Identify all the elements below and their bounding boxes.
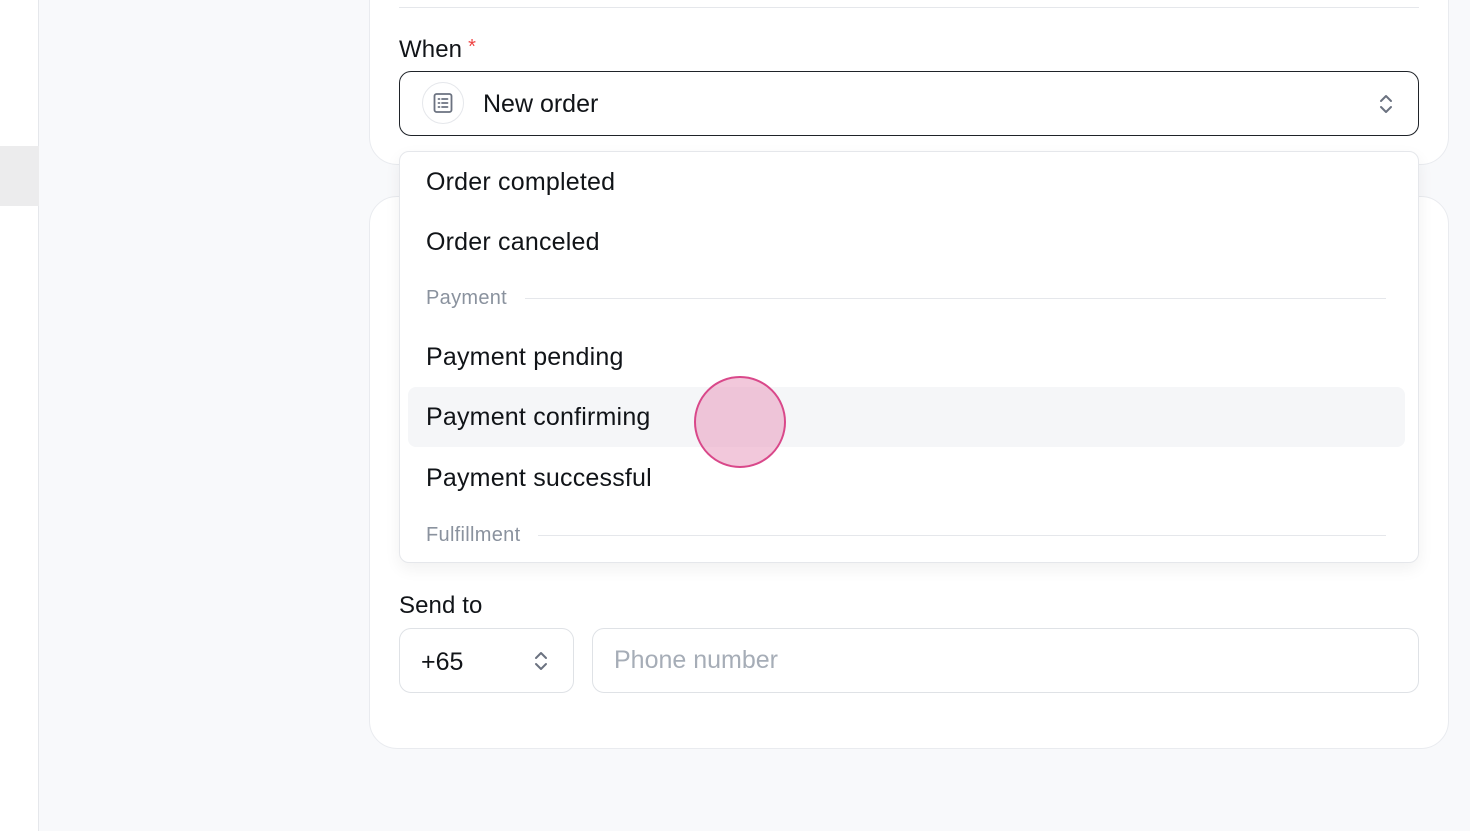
group-label: Fulfillment — [426, 523, 521, 546]
option-order-completed[interactable]: Order completed — [408, 152, 1405, 212]
option-payment-confirming[interactable]: Payment confirming — [408, 387, 1405, 447]
list-icon — [422, 82, 464, 124]
when-label: When * — [399, 36, 476, 64]
option-label: Payment successful — [426, 464, 652, 492]
send-to-label: Send to — [399, 592, 483, 619]
country-code-select[interactable]: +65 — [399, 628, 574, 693]
option-label: Payment confirming — [426, 403, 651, 431]
option-payment-pending[interactable]: Payment pending — [408, 327, 1405, 387]
chevron-updown-icon — [1376, 92, 1396, 116]
option-payment-successful[interactable]: Payment successful — [408, 448, 1405, 508]
group-divider — [525, 297, 1386, 299]
phone-number-input[interactable] — [592, 628, 1419, 693]
option-label: Order completed — [426, 168, 616, 196]
option-label: Payment pending — [426, 343, 624, 371]
country-code-value: +65 — [421, 648, 464, 676]
sidebar-active-item[interactable] — [0, 146, 39, 206]
group-header-payment: Payment — [426, 286, 1386, 310]
option-label: Order canceled — [426, 228, 600, 256]
when-select-value: New order — [483, 90, 599, 118]
option-order-canceled[interactable]: Order canceled — [408, 212, 1405, 272]
sidebar — [0, 0, 39, 831]
chevron-updown-icon — [531, 649, 551, 673]
click-indicator — [694, 376, 786, 468]
when-dropdown-menu: Order completed Order canceled Payment P… — [399, 151, 1419, 563]
when-select[interactable]: New order — [399, 71, 1419, 136]
when-label-text: When — [399, 36, 463, 63]
required-asterisk: * — [468, 36, 476, 58]
section-divider — [399, 7, 1419, 8]
group-label: Payment — [426, 286, 508, 309]
group-header-fulfillment: Fulfillment — [426, 523, 1386, 547]
group-divider — [538, 534, 1386, 536]
